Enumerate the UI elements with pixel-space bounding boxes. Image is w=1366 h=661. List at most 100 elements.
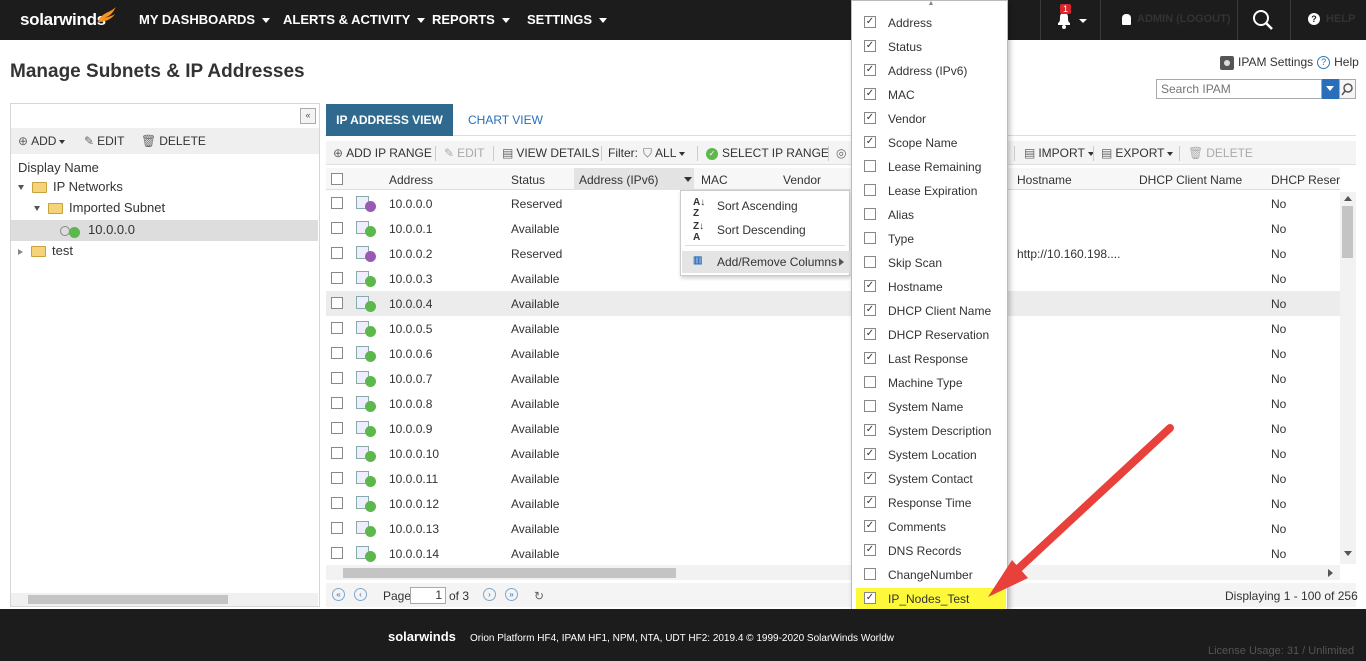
column-header-vendor[interactable]: Vendor <box>783 173 821 187</box>
search-dropdown-button[interactable] <box>1322 79 1339 99</box>
column-checkbox[interactable] <box>864 160 876 172</box>
expand-toggle-icon[interactable] <box>34 206 40 212</box>
row-checkbox[interactable] <box>331 272 343 284</box>
column-checkbox[interactable]: ✓ <box>864 280 876 292</box>
column-header-dhcp-reservation[interactable]: DHCP Reservat <box>1271 173 1340 187</box>
column-checkbox[interactable] <box>864 400 876 412</box>
table-row[interactable]: 10.0.0.14 Available No <box>326 541 1340 566</box>
column-header-ipv6[interactable]: Address (IPv6) <box>579 173 658 187</box>
menu-sort-ascending[interactable]: Sort Ascending <box>717 199 798 213</box>
column-checkbox[interactable]: ✓ <box>864 472 876 484</box>
scan-icon[interactable]: ◎ <box>836 146 846 160</box>
column-checkbox[interactable]: ✓ <box>864 64 876 76</box>
scroll-up-arrow[interactable] <box>1344 196 1352 201</box>
column-header-dhcp-client-name[interactable]: DHCP Client Name <box>1139 173 1242 187</box>
column-checkbox[interactable]: ✓ <box>864 448 876 460</box>
scroll-down-arrow[interactable] <box>1344 551 1352 556</box>
column-checkbox[interactable] <box>864 208 876 220</box>
scrollbar-thumb[interactable] <box>343 568 676 578</box>
delete-ip-button[interactable]: 🗑 DELETE <box>1188 146 1253 160</box>
row-checkbox[interactable] <box>331 297 343 309</box>
column-checkbox[interactable]: ✓ <box>864 544 876 556</box>
column-menu-trigger[interactable] <box>684 177 692 182</box>
tab-ip-address-view[interactable]: IP ADDRESS VIEW <box>326 104 453 136</box>
table-row[interactable]: 10.0.0.8 Available No <box>326 391 1340 416</box>
column-header-status[interactable]: Status <box>511 173 545 187</box>
column-checkbox[interactable]: ✓ <box>864 112 876 124</box>
column-checkbox[interactable]: ✓ <box>864 592 876 604</box>
table-row[interactable]: 10.0.0.9 Available No <box>326 416 1340 441</box>
column-header-hostname[interactable]: Hostname <box>1017 173 1072 187</box>
select-ip-range-button[interactable]: ✓ SELECT IP RANGE <box>706 146 829 160</box>
nav-alerts-activity[interactable]: ALERTS & ACTIVITY <box>283 12 426 27</box>
menu-add-remove-columns[interactable]: Add/Remove Columns <box>717 255 837 269</box>
export-button[interactable]: ▤ EXPORT <box>1101 146 1174 160</box>
help-circle-icon[interactable]: ? <box>1317 56 1331 70</box>
expand-toggle-icon[interactable] <box>18 248 23 255</box>
column-checkbox[interactable]: ✓ <box>864 16 876 28</box>
row-checkbox[interactable] <box>331 547 343 559</box>
collapse-panel-button[interactable]: « <box>300 108 316 124</box>
column-checkbox[interactable] <box>864 184 876 196</box>
column-checkbox[interactable] <box>864 256 876 268</box>
scroll-right-arrow[interactable] <box>1328 569 1333 577</box>
select-all-checkbox[interactable] <box>331 173 343 185</box>
view-details-button[interactable]: ▤ VIEW DETAILS <box>502 146 599 160</box>
solarwinds-logo[interactable]: solarwinds <box>20 10 106 30</box>
search-icon[interactable] <box>1252 9 1274 31</box>
table-row[interactable]: 10.0.0.11 Available No <box>326 466 1340 491</box>
column-checkbox[interactable]: ✓ <box>864 496 876 508</box>
row-checkbox[interactable] <box>331 497 343 509</box>
help-link[interactable]: ? HELP <box>1308 13 1355 25</box>
next-page-button[interactable]: › <box>483 588 496 601</box>
row-checkbox[interactable] <box>331 372 343 384</box>
scroll-up-icon[interactable]: ▲ <box>921 0 941 7</box>
table-row[interactable]: 10.0.0.12 Available No <box>326 491 1340 516</box>
column-checkbox[interactable] <box>864 568 876 580</box>
delete-button[interactable]: 🗑 DELETE <box>141 134 206 148</box>
refresh-icon[interactable]: ↻ <box>534 589 544 603</box>
expand-toggle-icon[interactable] <box>18 185 24 191</box>
prev-page-button[interactable]: ‹ <box>354 588 367 601</box>
table-row[interactable]: 10.0.0.10 Available No <box>326 441 1340 466</box>
tab-chart-view[interactable]: CHART VIEW <box>468 113 543 127</box>
column-checkbox[interactable]: ✓ <box>864 88 876 100</box>
add-ip-range-button[interactable]: ⊕ ADD IP RANGE <box>333 146 432 160</box>
edit-ip-button[interactable]: ✎ EDIT <box>444 146 484 160</box>
column-header-mac[interactable]: MAC <box>701 173 728 187</box>
tree-item-subnet-10-0-0-0[interactable]: 10.0.0.0 <box>60 220 135 240</box>
column-checkbox[interactable] <box>864 376 876 388</box>
page-number-input[interactable]: 1 <box>410 587 446 604</box>
column-checkbox[interactable]: ✓ <box>864 328 876 340</box>
last-page-button[interactable]: » <box>505 588 518 601</box>
edit-button[interactable]: ✎ EDIT <box>84 134 124 148</box>
tree-item-test[interactable]: test <box>18 241 73 261</box>
add-button[interactable]: ⊕ ADD <box>18 134 66 148</box>
nav-settings[interactable]: SETTINGS <box>527 12 608 27</box>
row-checkbox[interactable] <box>331 422 343 434</box>
row-checkbox[interactable] <box>331 472 343 484</box>
first-page-button[interactable]: « <box>332 588 345 601</box>
search-ipam-input[interactable] <box>1156 79 1322 99</box>
table-row[interactable]: 10.0.0.13 Available No <box>326 516 1340 541</box>
row-checkbox[interactable] <box>331 347 343 359</box>
menu-sort-descending[interactable]: Sort Descending <box>717 223 806 237</box>
row-checkbox[interactable] <box>331 222 343 234</box>
column-checkbox[interactable]: ✓ <box>864 520 876 532</box>
table-row[interactable]: 10.0.0.6 Available No <box>326 341 1340 366</box>
column-checkbox[interactable]: ✓ <box>864 136 876 148</box>
table-row[interactable]: 10.0.0.5 Available No <box>326 316 1340 341</box>
row-checkbox[interactable] <box>331 397 343 409</box>
row-checkbox[interactable] <box>331 247 343 259</box>
row-checkbox[interactable] <box>331 322 343 334</box>
import-button[interactable]: ▤ IMPORT <box>1024 146 1094 160</box>
scrollbar-thumb[interactable] <box>1342 206 1353 258</box>
column-checkbox[interactable]: ✓ <box>864 352 876 364</box>
scrollbar-thumb[interactable] <box>28 595 228 604</box>
tree-item-ip-networks[interactable]: IP Networks <box>18 177 123 197</box>
table-row[interactable]: 10.0.0.7 Available No <box>326 366 1340 391</box>
row-checkbox[interactable] <box>331 522 343 534</box>
column-checkbox[interactable] <box>864 232 876 244</box>
row-checkbox[interactable] <box>331 197 343 209</box>
row-checkbox[interactable] <box>331 447 343 459</box>
